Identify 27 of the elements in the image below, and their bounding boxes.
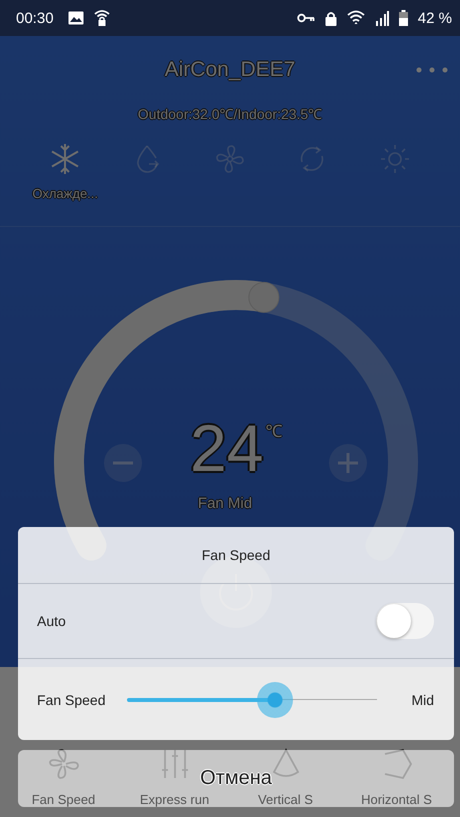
fan-speed-label: Fan Speed [37,692,106,708]
battery-icon [398,10,408,26]
dialog-title: Fan Speed [18,527,454,584]
auto-label: Auto [37,613,67,629]
toolbar-label[interactable]: Fan Speed [32,792,96,807]
slider-thumb[interactable] [256,682,292,718]
set-temperature: 24 [190,415,264,481]
fan-mode-label: Fan Mid [196,495,254,512]
lock-icon [324,10,337,26]
wifi-icon [346,10,365,26]
mode-label: Охлажде... [32,186,98,201]
toolbar-label[interactable]: Horizontal S [361,792,432,807]
battery-percent: 42 % [418,10,452,26]
signal-icon [374,10,389,26]
key-icon [296,13,315,23]
clock: 00:30 [16,10,54,26]
image-icon [68,11,84,25]
toolbar-label[interactable]: Express run [140,792,210,807]
dial-knob[interactable] [248,282,280,313]
temperature-unit: ℃ [265,421,282,442]
temperature-readings: Outdoor:32.0℃/Indoor:23.5℃ [136,105,324,124]
fan-speed-reading: Mid [410,692,434,708]
toolbar-label[interactable]: Vertical S [258,792,313,807]
wifi-lock-icon [94,9,110,27]
auto-toggle[interactable] [376,603,434,639]
device-title: AirCon_DEE7 [164,58,296,82]
more-options-icon[interactable] [416,67,448,73]
